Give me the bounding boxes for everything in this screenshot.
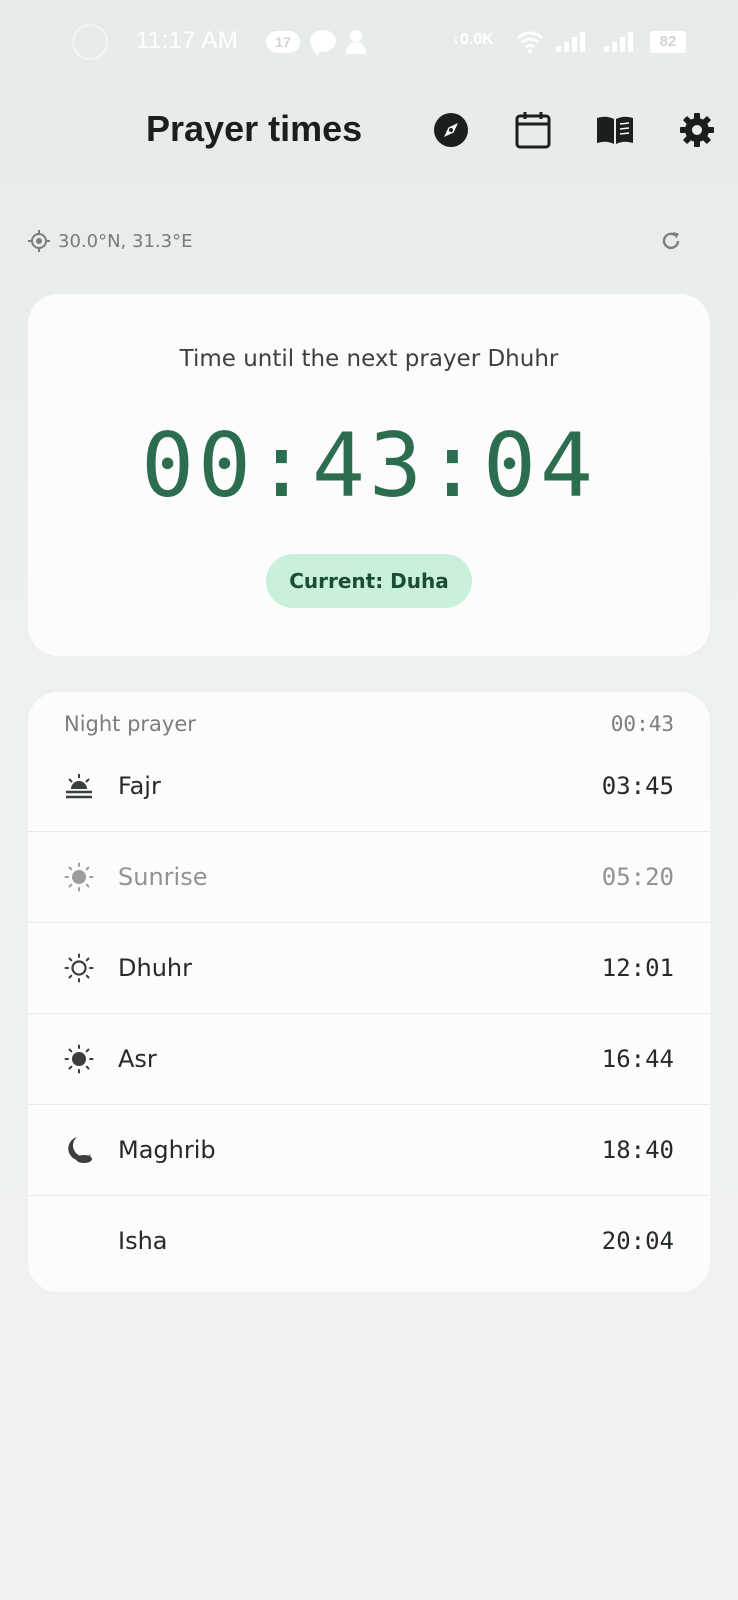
next-prayer-label: Time until the next prayer Dhuhr [179, 346, 559, 372]
signal-icon [556, 30, 590, 52]
network-speed: ↓0.0K [452, 31, 494, 48]
moon-cloud-icon [64, 1135, 94, 1165]
gear-icon [680, 113, 714, 147]
prayer-time: 20:04 [601, 1227, 674, 1255]
prayer-time: 12:01 [601, 954, 674, 982]
qibla-compass-button[interactable] [431, 110, 471, 150]
prayer-name: Isha [118, 1227, 168, 1255]
location-row[interactable]: 30.0°N, 31.3°E [28, 226, 192, 256]
app-header: Prayer times [0, 100, 738, 160]
prayer-row-maghrib[interactable]: Maghrib 18:40 [28, 1104, 710, 1195]
refresh-icon [662, 232, 680, 250]
current-prayer-badge: Current: Duha [266, 554, 472, 608]
settings-button[interactable] [677, 110, 717, 150]
prayer-name: Sunrise [118, 863, 208, 891]
book-icon [597, 116, 633, 144]
wifi-icon [516, 31, 544, 53]
signal-icon-2 [604, 30, 638, 52]
sun-outline-icon [64, 953, 94, 983]
location-target-icon [28, 230, 50, 252]
prayer-row-fajr[interactable]: Fajr 03:45 [28, 740, 710, 831]
compass-icon [434, 113, 468, 147]
calendar-icon [515, 112, 551, 149]
prayer-row-dhuhr[interactable]: Dhuhr 12:01 [28, 922, 710, 1013]
next-prayer-card: Time until the next prayer Dhuhr 00:43:0… [28, 294, 710, 656]
prayer-row-isha[interactable]: Isha 20:04 [28, 1195, 710, 1286]
sun-icon [64, 862, 94, 892]
battery-icon: 82 [650, 31, 686, 53]
prayer-row-asr[interactable]: Asr 16:44 [28, 1013, 710, 1104]
night-prayer-row: Night prayer 00:43 [64, 706, 674, 742]
prayer-time: 16:44 [601, 1045, 674, 1073]
refresh-location-button[interactable] [656, 226, 686, 256]
calendar-button[interactable] [513, 110, 553, 150]
night-prayer-label: Night prayer [64, 712, 196, 736]
sunrise-horizon-icon [64, 771, 94, 801]
prayer-time: 05:20 [601, 863, 674, 891]
status-bar: 11:17 AM 17 ↓0.0K 82 [0, 22, 738, 62]
page-title: Prayer times [146, 108, 363, 149]
prayer-name: Dhuhr [118, 954, 192, 982]
prayer-name: Fajr [118, 771, 161, 800]
prayer-name: Maghrib [118, 1136, 216, 1164]
prayer-time: 03:45 [601, 771, 674, 800]
crescent-moon-icon [64, 1226, 94, 1256]
notification-badge: 17 [266, 31, 300, 53]
prayer-times-list: Night prayer 00:43 Fajr 03:45 Sunrise 05… [28, 692, 710, 1292]
app-ghost-icon [72, 24, 108, 60]
sun-filled-icon [64, 1044, 94, 1074]
prayer-row-sunrise[interactable]: Sunrise 05:20 [28, 831, 710, 922]
location-coordinates: 30.0°N, 31.3°E [58, 230, 193, 252]
quran-book-button[interactable] [595, 110, 635, 150]
status-time: 11:17 AM [136, 27, 239, 54]
person-icon [346, 30, 372, 54]
prayer-name: Asr [118, 1045, 157, 1073]
night-prayer-time: 00:43 [610, 712, 674, 736]
chat-bubble-icon [310, 30, 336, 56]
countdown-timer: 00:43:04 [141, 414, 597, 517]
prayer-time: 18:40 [601, 1136, 674, 1164]
